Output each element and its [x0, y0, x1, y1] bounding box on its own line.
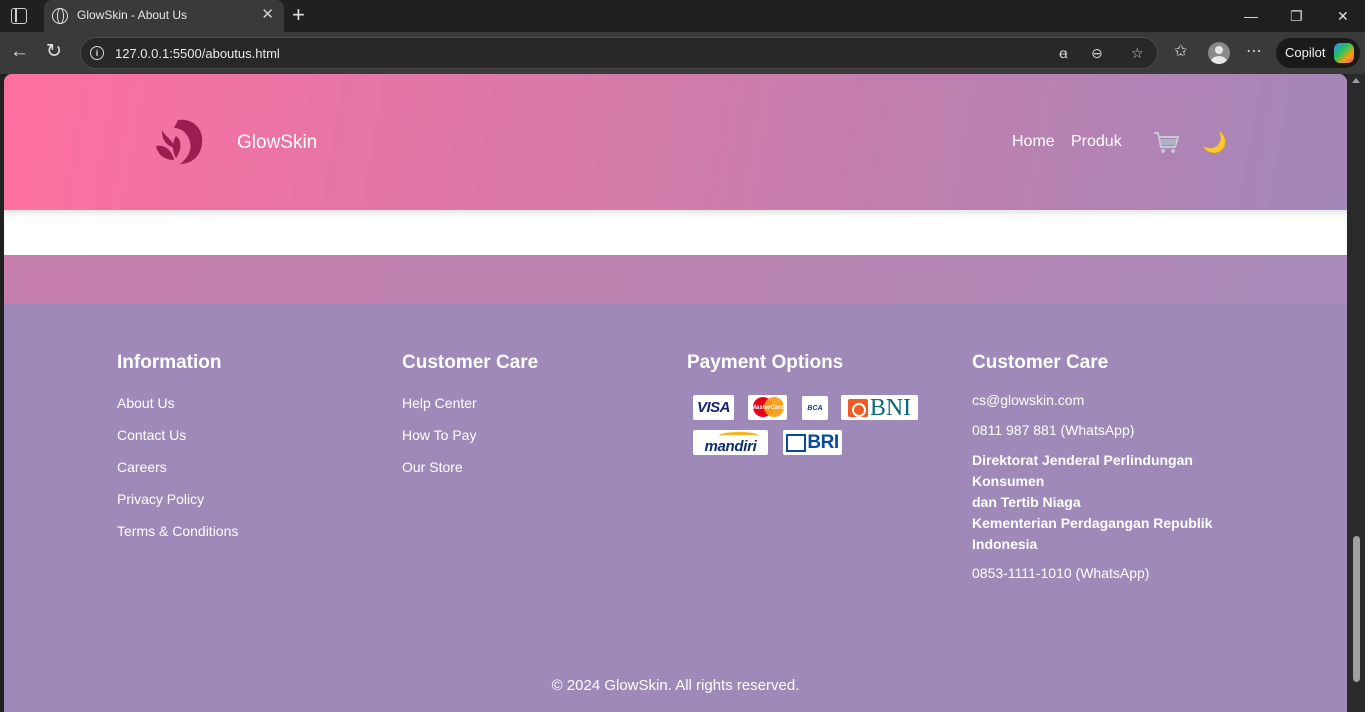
site-header: GlowSkin Home Produk 🌙 — [4, 74, 1347, 210]
copilot-button[interactable]: Copilot — [1276, 38, 1360, 68]
page-scrollbar[interactable] — [1347, 74, 1365, 712]
contact-title: Customer Care — [972, 352, 1109, 373]
agency-info: Direktorat Jenderal Perlindungan Konsume… — [972, 450, 1232, 555]
mandiri-label: mandiri — [704, 438, 757, 455]
link-about-us[interactable]: About Us — [117, 395, 175, 411]
profile-icon[interactable] — [1208, 42, 1230, 64]
mastercard-logo: MasterCard — [748, 395, 787, 420]
payment-options-title: Payment Options — [687, 352, 844, 373]
agency-line-1: Direktorat Jenderal Perlindungan Konsume… — [972, 452, 1193, 489]
tab-title: GlowSkin - About Us — [77, 8, 188, 22]
globe-icon — [52, 8, 68, 24]
agency-line-3: Kementerian Perdagangan Republik Indones… — [972, 515, 1213, 552]
tab-actions-icon[interactable] — [11, 8, 27, 24]
favorites-icon[interactable]: ✩ — [1174, 42, 1187, 62]
visa-logo: VISA — [693, 395, 734, 420]
bca-logo: BCA — [802, 396, 828, 420]
information-title: Information — [117, 352, 222, 373]
scroll-up-icon[interactable] — [1352, 78, 1360, 83]
mandiri-logo: mandiri — [693, 430, 768, 455]
more-icon[interactable]: ⊖ — [1091, 44, 1103, 62]
link-contact-us[interactable]: Contact Us — [117, 427, 186, 443]
browser-titlebar: GlowSkin - About Us ✕ + — ❐ ✕ — [0, 0, 1365, 32]
link-careers[interactable]: Careers — [117, 459, 167, 475]
scroll-thumb[interactable] — [1353, 536, 1360, 682]
favorite-star-icon[interactable]: ☆ — [1131, 44, 1144, 62]
customer-care-title: Customer Care — [402, 352, 539, 373]
bni-label: BNI — [869, 395, 912, 420]
browser-tab[interactable]: GlowSkin - About Us ✕ — [44, 0, 284, 32]
bri-logo: BRI — [783, 430, 842, 455]
close-window-icon[interactable]: ✕ — [1337, 6, 1349, 26]
copilot-label: Copilot — [1285, 45, 1326, 60]
link-privacy-policy[interactable]: Privacy Policy — [117, 491, 204, 507]
logo-icon[interactable] — [152, 118, 204, 166]
minimize-icon[interactable]: — — [1244, 6, 1258, 26]
mastercard-label: MasterCard — [750, 404, 784, 411]
settings-more-icon[interactable]: ⋯ — [1246, 42, 1262, 62]
visa-label: VISA — [696, 399, 731, 416]
browser-toolbar: ← ↻ i 127.0.0.1:5500/aboutus.html ꬰ ⊖ ☆ … — [0, 32, 1365, 74]
info-icon[interactable]: i — [90, 46, 104, 60]
page-viewport: GlowSkin Home Produk 🌙 Information About… — [4, 74, 1347, 712]
bca-label: BCA — [807, 404, 823, 412]
brand-name[interactable]: GlowSkin — [237, 132, 317, 154]
link-our-store[interactable]: Our Store — [402, 459, 463, 475]
bni-logo: BNI — [841, 395, 918, 420]
link-how-to-pay[interactable]: How To Pay — [402, 427, 476, 443]
contact-phone[interactable]: 0811 987 881 (WhatsApp) — [972, 422, 1134, 438]
link-help-center[interactable]: Help Center — [402, 395, 477, 411]
restore-icon[interactable]: ❐ — [1290, 6, 1303, 26]
contact-email[interactable]: cs@glowskin.com — [972, 392, 1084, 408]
decorative-band — [4, 255, 1347, 303]
cart-icon[interactable] — [1152, 130, 1180, 156]
nav-produk[interactable]: Produk — [1071, 133, 1122, 151]
content-band — [4, 210, 1347, 255]
nav-home[interactable]: Home — [1012, 133, 1055, 151]
back-icon[interactable]: ← — [10, 41, 29, 63]
bri-label: BRI — [807, 431, 839, 453]
agency-line-2: dan Tertib Niaga — [972, 494, 1081, 510]
agency-phone[interactable]: 0853-1111-1010 (WhatsApp) — [972, 565, 1149, 581]
address-bar[interactable]: i 127.0.0.1:5500/aboutus.html ꬰ ⊖ ☆ — [80, 37, 1158, 69]
close-icon[interactable]: ✕ — [261, 6, 274, 24]
read-aloud-icon[interactable]: ꬰ — [1059, 44, 1068, 62]
copyright: © 2024 GlowSkin. All rights reserved. — [551, 677, 800, 694]
plus-icon[interactable]: + — [292, 3, 305, 27]
link-terms-conditions[interactable]: Terms & Conditions — [117, 523, 238, 539]
dark-mode-moon-icon[interactable]: 🌙 — [1202, 132, 1227, 154]
copilot-icon — [1334, 43, 1354, 63]
url-text[interactable]: 127.0.0.1:5500/aboutus.html — [115, 46, 280, 61]
refresh-icon[interactable]: ↻ — [46, 41, 62, 63]
